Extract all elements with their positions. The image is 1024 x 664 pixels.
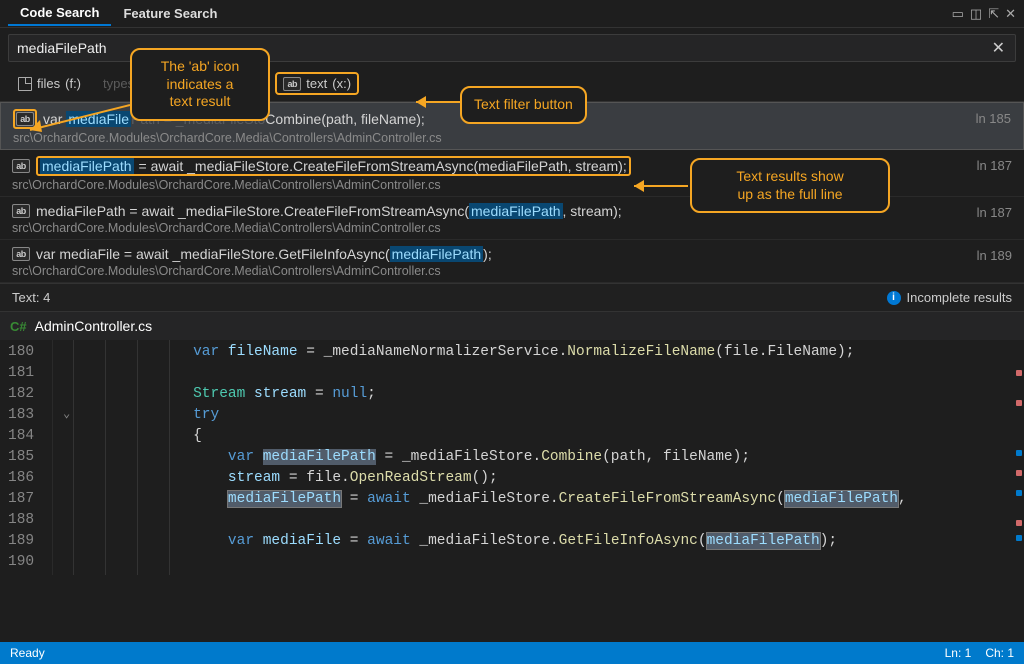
ab-icon: ab [12, 159, 30, 173]
pin-icon-strike[interactable]: ⇱ [988, 6, 999, 22]
result-code: mediaFilePath = await _mediaFileStore.Cr… [36, 203, 622, 219]
info-icon: i [887, 291, 901, 305]
filter-files[interactable]: files (f:) [12, 74, 87, 93]
ab-icon: ab [16, 112, 34, 126]
incomplete-results-label: Incomplete results [907, 290, 1013, 305]
tab-code-search[interactable]: Code Search [8, 1, 111, 26]
editor-tab[interactable]: C# AdminController.cs [0, 311, 1024, 340]
status-ready: Ready [10, 646, 45, 660]
tab-feature-search[interactable]: Feature Search [111, 2, 229, 25]
status-bar: Ready Ln: 1 Ch: 1 [0, 642, 1024, 664]
filter-text[interactable]: ab text (x:) [275, 72, 359, 95]
results-footer: Text: 4 i Incomplete results [0, 283, 1024, 311]
result-path: src\OrchardCore.Modules\OrchardCore.Medi… [12, 264, 1012, 278]
result-line: ln 187 [977, 205, 1012, 220]
result-row[interactable]: ab var mediaFile = await _mediaFileStore… [0, 240, 1024, 283]
ab-icon: ab [12, 204, 30, 218]
filter-text-shortcut: (x:) [332, 76, 351, 91]
result-code: var mediaFile = await _mediaFileStore.Ge… [36, 246, 492, 262]
filter-files-shortcut: (f:) [65, 76, 81, 91]
result-line: ln 185 [976, 111, 1011, 126]
clear-search-icon[interactable]: ✕ [982, 38, 1015, 58]
close-icon[interactable]: ✕ [1005, 6, 1016, 22]
editor-filename: AdminController.cs [35, 318, 153, 334]
split-vertical-icon[interactable]: ◫ [970, 6, 982, 22]
window-controls: ▭ ◫ ⇱ ✕ [952, 6, 1016, 22]
file-icon [18, 77, 32, 91]
minimap[interactable] [1010, 340, 1024, 575]
filter-files-label: files [37, 76, 60, 91]
code-editor[interactable]: 180181 182183 184185 186187 188189 190 ⌄… [0, 340, 1024, 575]
annotation-text-filter: Text filter button [460, 86, 587, 124]
code-area[interactable]: var fileName = _mediaNameNormalizerServi… [53, 340, 1024, 575]
ab-icon: ab [283, 77, 301, 91]
panel-tabs: Code Search Feature Search ▭ ◫ ⇱ ✕ [0, 0, 1024, 28]
ab-icon: ab [12, 247, 30, 261]
result-code: mediaFilePath = await _mediaFileStore.Cr… [36, 156, 631, 176]
status-ch[interactable]: Ch: 1 [985, 646, 1014, 660]
result-path: src\OrchardCore.Modules\OrchardCore.Medi… [12, 221, 1012, 235]
result-path: src\OrchardCore.Modules\OrchardCore.Medi… [13, 131, 1011, 145]
result-line: ln 189 [977, 248, 1012, 263]
results-count: Text: 4 [12, 290, 50, 305]
annotation-full-line: Text results show up as the full line [690, 158, 890, 213]
annotation-ab-icon: The 'ab' icon indicates a text result [130, 48, 270, 121]
line-gutter: 180181 182183 184185 186187 188189 190 [0, 340, 53, 575]
window-position-icon[interactable]: ▭ [952, 6, 964, 22]
result-line: ln 187 [977, 158, 1012, 173]
status-ln[interactable]: Ln: 1 [945, 646, 972, 660]
filter-text-label: text [306, 76, 327, 91]
csharp-icon: C# [10, 319, 27, 334]
